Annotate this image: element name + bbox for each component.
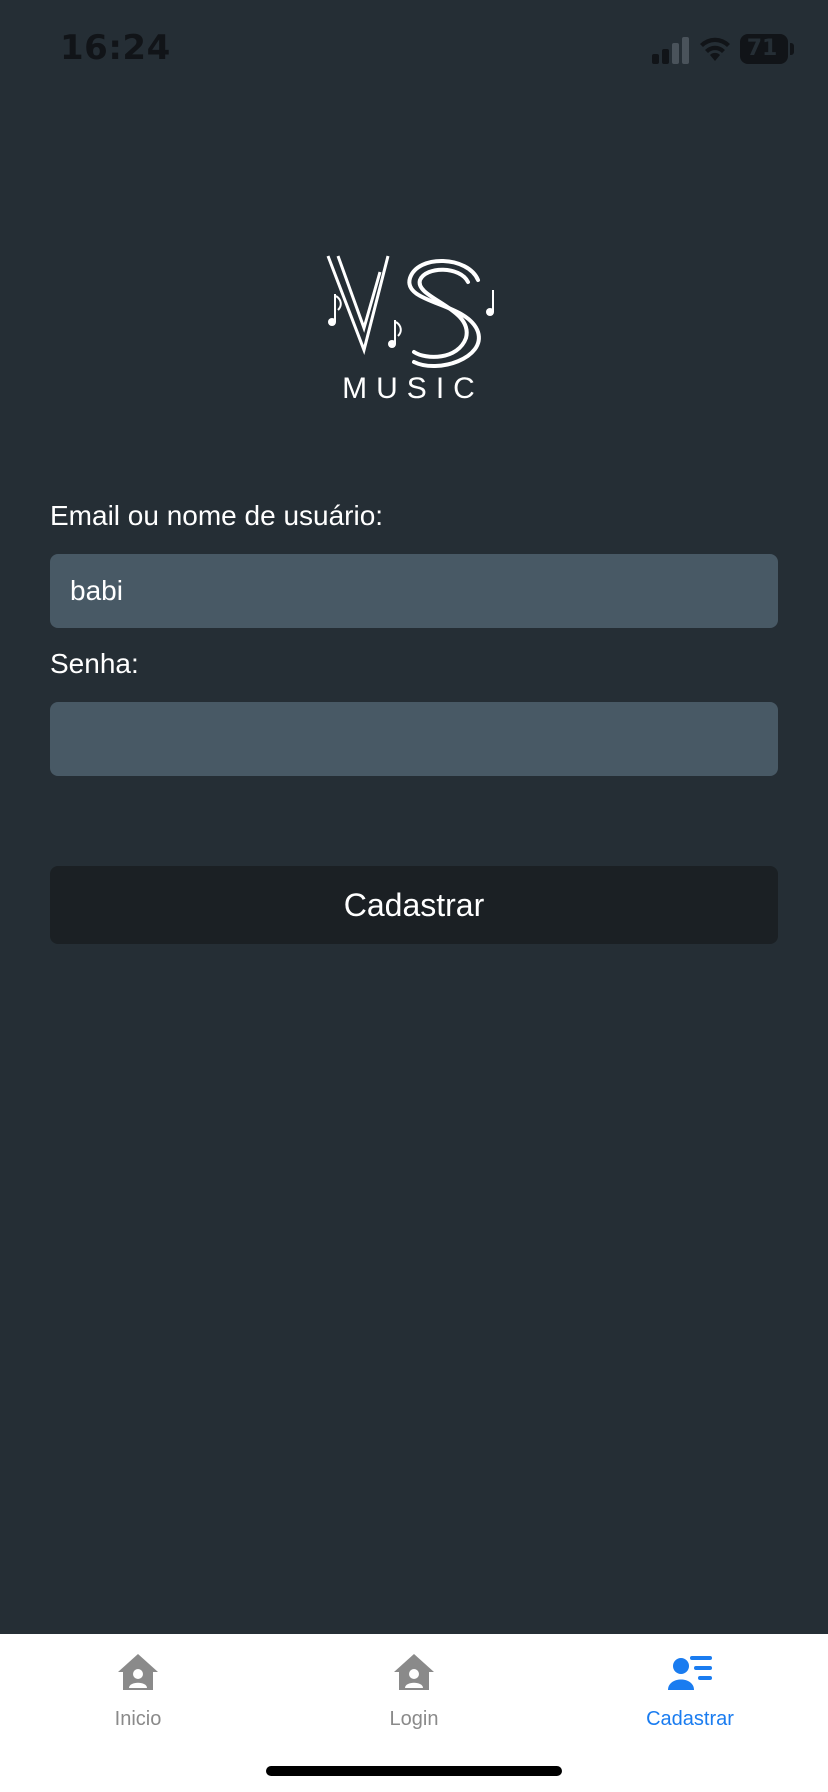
battery-level: 71: [746, 36, 778, 61]
battery-icon: 71: [740, 34, 788, 64]
user-list-icon: [668, 1656, 712, 1690]
password-field[interactable]: [50, 702, 778, 776]
email-label: Email ou nome de usuário:: [50, 500, 384, 531]
home-icon: [118, 1654, 158, 1690]
tab-label-cadastrar: Cadastrar: [646, 1708, 734, 1730]
battery-tip: [790, 43, 794, 55]
tab-cadastrar[interactable]: Cadastrar: [552, 1634, 828, 1744]
home-indicator: [266, 1766, 562, 1776]
logo-text: MUSIC: [342, 372, 484, 405]
signup-screen: 16:24 71 MUSIC Email ou nome de usuário:…: [0, 0, 828, 1792]
status-bar: 16:24 71: [0, 0, 828, 100]
wifi-icon: [700, 37, 730, 61]
signal-icon: [652, 37, 689, 64]
tab-login[interactable]: Login: [276, 1634, 552, 1744]
tab-label-inicio: Inicio: [114, 1708, 162, 1730]
home-icon: [394, 1654, 434, 1690]
tab-inicio[interactable]: Inicio: [0, 1634, 276, 1744]
status-time: 16:24: [60, 28, 171, 68]
tab-label-login: Login: [389, 1708, 439, 1730]
email-field[interactable]: [50, 554, 778, 628]
signup-button[interactable]: Cadastrar: [50, 866, 778, 944]
password-label: Senha:: [50, 648, 139, 679]
